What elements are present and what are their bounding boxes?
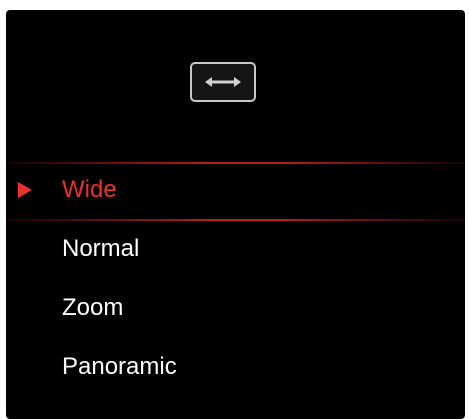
aspect-ratio-options-list: Wide Normal Zoom Panoramic: [6, 160, 465, 396]
menu-item-normal[interactable]: Normal: [6, 219, 465, 278]
menu-item-label: Normal: [62, 234, 140, 262]
menu-item-label: Wide: [62, 175, 117, 203]
aspect-ratio-wide-icon: [190, 62, 256, 102]
menu-item-zoom[interactable]: Zoom: [6, 278, 465, 337]
menu-item-panoramic[interactable]: Panoramic: [6, 337, 465, 396]
selection-pointer-icon: [18, 181, 32, 198]
menu-item-label: Panoramic: [62, 352, 177, 380]
aspect-ratio-menu-panel: Wide Normal Zoom Panoramic: [6, 10, 465, 419]
menu-item-wide[interactable]: Wide: [6, 160, 465, 221]
menu-item-label: Zoom: [62, 293, 124, 321]
